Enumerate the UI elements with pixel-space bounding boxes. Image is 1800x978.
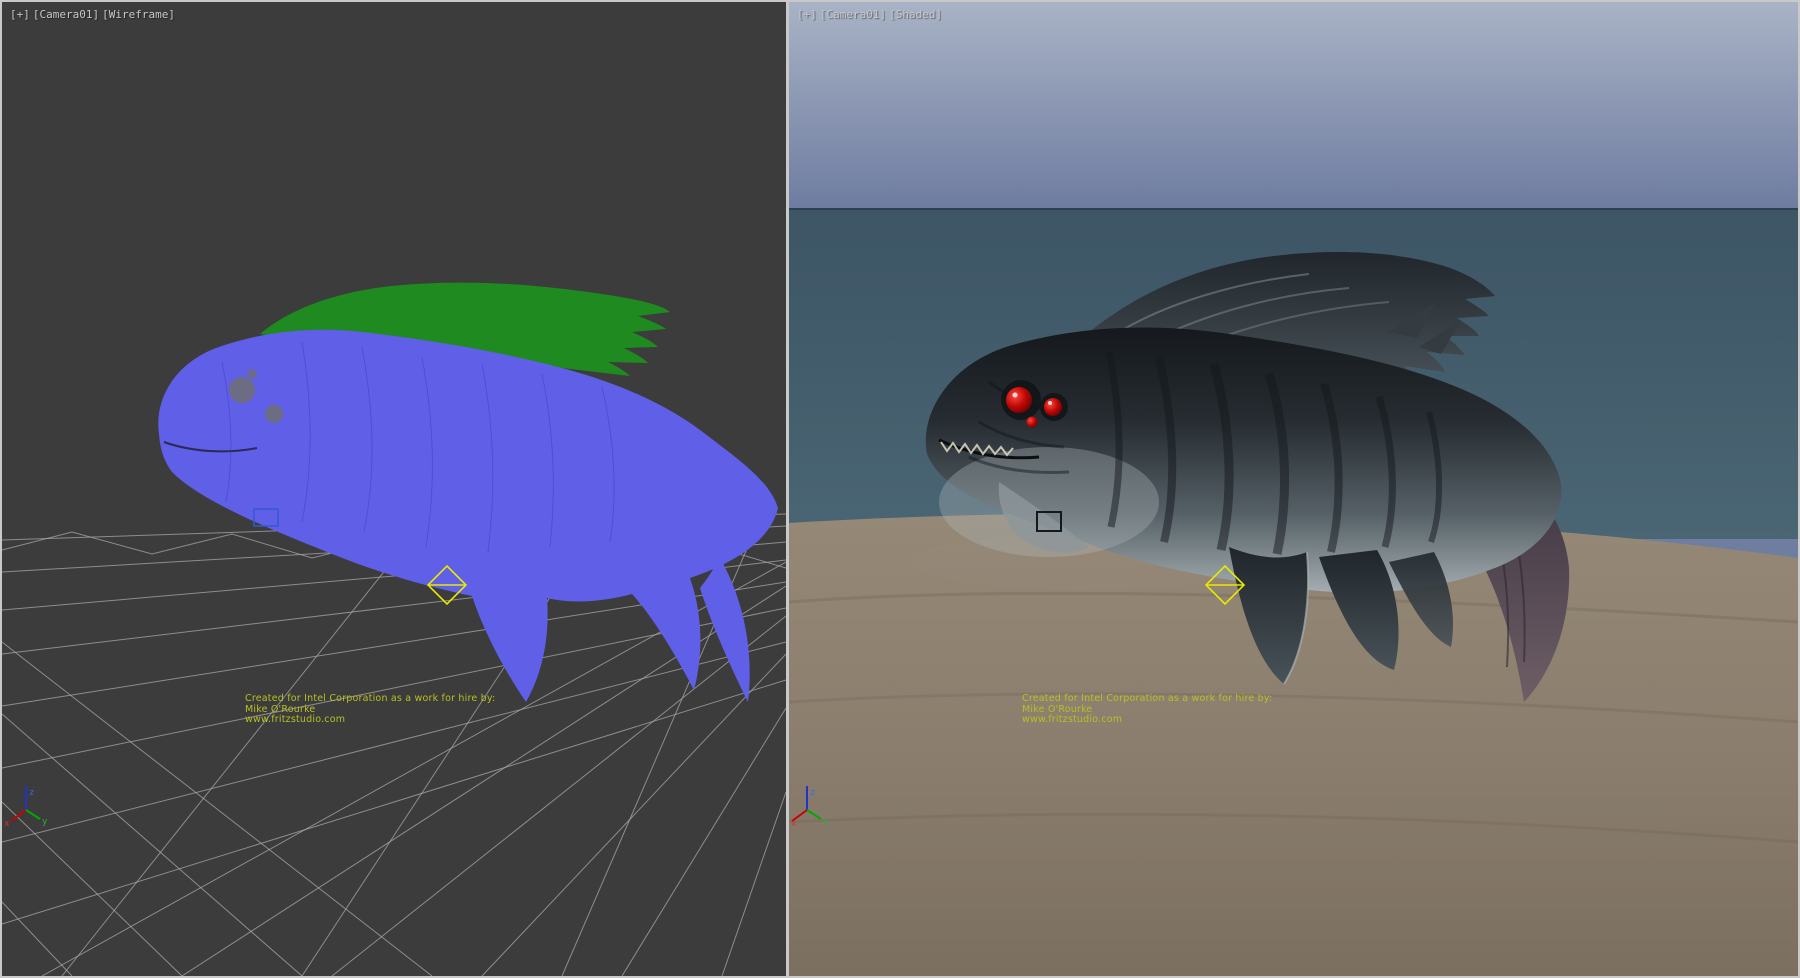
shaded-scene[interactable]: z x y: [789, 2, 1798, 976]
axis-y-label: y: [823, 817, 829, 827]
credit-line-3: www.fritzstudio.com: [1022, 715, 1272, 726]
viewport-menu-shading[interactable]: [Wireframe]: [102, 8, 175, 21]
viewport-label: [+] [Camera01] [Shaded]: [797, 8, 942, 21]
viewport-label: [+] [Camera01] [Wireframe]: [10, 8, 175, 21]
fish-model-wireframe[interactable]: [158, 283, 778, 702]
credit-text: Created for Intel Corporation as a work …: [245, 694, 495, 726]
fish-eye-spot: [247, 369, 257, 379]
axis-x-label: x: [791, 819, 797, 829]
3d-viewport-app: [+] [Camera01] [Wireframe]: [0, 0, 1800, 978]
axis-tripod: z x y: [4, 786, 48, 829]
eye-highlight: [1048, 401, 1052, 405]
axis-z-label: z: [29, 788, 34, 798]
fish-eye-spot: [265, 405, 283, 423]
fish-eye-spot: [229, 377, 255, 403]
sky: [789, 2, 1798, 209]
viewport-menu-shading[interactable]: [Shaded]: [889, 8, 942, 21]
viewport-menu-camera[interactable]: [Camera01]: [33, 8, 99, 21]
viewport-shaded[interactable]: [+] [Camera01] [Shaded]: [789, 2, 1798, 976]
axis-y-label: y: [42, 817, 48, 827]
viewport-menu-general[interactable]: [+]: [10, 8, 30, 21]
viewport-wireframe[interactable]: [+] [Camera01] [Wireframe]: [2, 2, 786, 976]
credit-line-1: Created for Intel Corporation as a work …: [1022, 694, 1272, 705]
fish-eye: [1006, 387, 1032, 413]
axis-z-label: z: [810, 788, 815, 798]
axis-x-label: x: [4, 819, 10, 829]
credit-text: Created for Intel Corporation as a work …: [1022, 694, 1272, 726]
fish-eye: [1044, 398, 1062, 416]
tail-trailing-fin[interactable]: [700, 558, 750, 702]
viewport-menu-camera[interactable]: [Camera01]: [820, 8, 886, 21]
viewport-menu-general[interactable]: [+]: [797, 8, 817, 21]
wireframe-scene[interactable]: z x y: [2, 2, 786, 976]
credit-line-1: Created for Intel Corporation as a work …: [245, 694, 495, 705]
credit-line-3: www.fritzstudio.com: [245, 715, 495, 726]
eye-highlight: [1013, 393, 1018, 398]
fish-eye: [1027, 417, 1038, 428]
